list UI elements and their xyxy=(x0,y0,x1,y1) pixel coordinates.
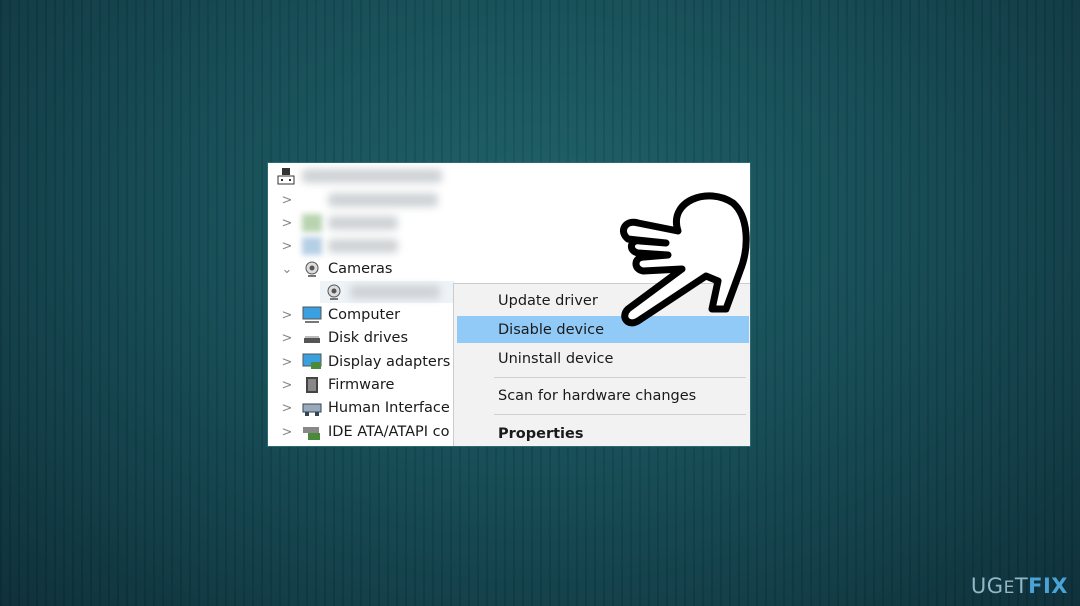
computer-root-node[interactable] xyxy=(268,165,442,187)
tree-item-ide-ata-atapi[interactable]: > IDE ATA/ATAPI co xyxy=(268,421,449,443)
ugetfix-logo: UGETFIX xyxy=(970,574,1068,598)
blurred-label xyxy=(328,193,438,207)
blurred-label xyxy=(328,216,398,230)
tree-item-display-adapters[interactable]: > Display adapters xyxy=(268,351,450,373)
webcam-icon xyxy=(305,261,319,277)
chevron-right-icon: > xyxy=(281,424,293,440)
chip-icon xyxy=(306,377,318,393)
tree-item-cameras[interactable]: ⌄ Cameras xyxy=(268,258,392,280)
device-manager-window: > > > ⌄ Cameras > Computer > Disk drives… xyxy=(267,162,751,447)
tree-item-label: Cameras xyxy=(328,261,393,277)
blurred-label xyxy=(328,239,398,253)
menu-item-properties[interactable]: Properties xyxy=(457,420,749,446)
menu-item-uninstall-device[interactable]: Uninstall device xyxy=(457,345,749,372)
tree-item-label: Firmware xyxy=(328,377,395,393)
pointing-hand-icon xyxy=(620,192,750,327)
chevron-right-icon: > xyxy=(281,238,293,254)
camera-device-node[interactable] xyxy=(320,281,455,303)
tree-item-label: IDE ATA/ATAPI co xyxy=(328,424,450,440)
tree-item-label: Human Interface D xyxy=(328,400,466,416)
tree-item-disk-drives[interactable]: > Disk drives xyxy=(268,327,408,349)
tree-item-label: Display adapters xyxy=(328,354,451,370)
menu-separator xyxy=(494,414,746,415)
chevron-right-icon: > xyxy=(281,330,293,346)
tree-item-blurred[interactable]: > xyxy=(268,212,398,234)
menu-separator xyxy=(494,377,746,378)
tree-item-firmware[interactable]: > Firmware xyxy=(268,374,394,396)
tree-item-blurred[interactable]: > xyxy=(268,235,398,257)
tree-item-label: Computer xyxy=(328,307,401,323)
blurred-label xyxy=(302,169,442,183)
hid-icon xyxy=(302,403,322,416)
disk-drive-icon xyxy=(304,336,320,343)
menu-item-scan-hardware[interactable]: Scan for hardware changes xyxy=(457,382,749,409)
chevron-right-icon: > xyxy=(281,354,293,370)
tree-item-blurred[interactable]: > xyxy=(268,189,438,211)
tree-item-label: Disk drives xyxy=(328,330,409,346)
monitor-icon xyxy=(302,306,322,323)
ide-controller-icon xyxy=(303,427,320,440)
tree-item-human-interface-devices[interactable]: > Human Interface D xyxy=(268,397,466,419)
chevron-right-icon: > xyxy=(281,400,293,416)
blurred-label xyxy=(350,285,440,299)
computer-root-icon xyxy=(277,168,295,185)
chevron-right-icon: > xyxy=(281,192,293,208)
tree-item-computer[interactable]: > Computer xyxy=(268,304,400,326)
chevron-right-icon: > xyxy=(281,377,293,393)
webcam-icon xyxy=(327,284,341,300)
chevron-right-icon: > xyxy=(281,307,293,323)
chevron-right-icon: > xyxy=(281,215,293,231)
display-adapter-icon xyxy=(302,353,322,369)
chevron-down-icon: ⌄ xyxy=(281,261,293,277)
